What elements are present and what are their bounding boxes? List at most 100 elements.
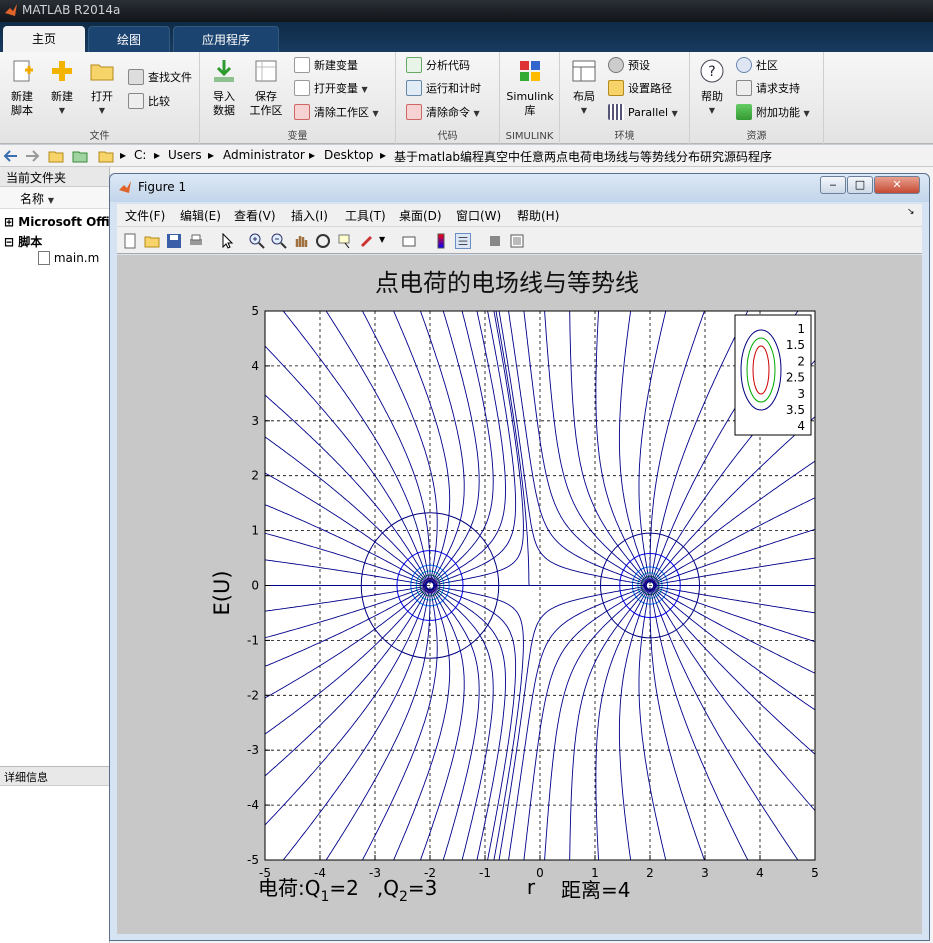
print-icon[interactable] — [188, 233, 204, 249]
y-tick-label: 1 — [251, 524, 259, 538]
chevron-down-icon[interactable]: ▼ — [379, 235, 385, 244]
legend[interactable]: 1 1.5 2 2.5 3 3.5 4 — [734, 314, 812, 436]
link-plot-icon[interactable] — [401, 233, 417, 249]
menu-help[interactable]: 帮助(H) — [517, 207, 559, 224]
ribbon-group-file: 新建 脚本 新建 ▼ 打开 ▼ 查找文件 比较 文件 — [0, 52, 200, 144]
collapse-icon[interactable]: ⊟ — [4, 235, 14, 249]
chevron-down-icon: ▼ — [580, 106, 588, 115]
browse-folder-icon[interactable] — [72, 148, 88, 164]
open-variable-button[interactable]: 打开变量 ▼ — [294, 79, 368, 99]
tab-apps[interactable]: 应用程序 — [173, 26, 279, 52]
maximize-button[interactable]: □ — [847, 176, 873, 194]
open-variable-label: 打开变量 — [314, 82, 358, 95]
x-tick-label: 2 — [646, 866, 654, 880]
help-button[interactable]: ? 帮助 ▼ — [692, 58, 732, 118]
simulink-library-button[interactable]: Simulink 库 — [504, 58, 556, 118]
preferences-button[interactable]: 预设 — [608, 56, 650, 76]
file-item-main[interactable]: main.m — [38, 251, 99, 265]
legend-icon[interactable] — [455, 233, 471, 249]
data-cursor-icon[interactable] — [337, 233, 353, 249]
legend-entry: 3.5 — [786, 403, 805, 417]
back-arrow-icon[interactable] — [3, 148, 19, 164]
matlab-logo-icon — [5, 4, 17, 16]
plot-svg[interactable]: 点电荷的电场线与等势线 E(U) r 电荷:Q1=2 ,Q2=3 距离=4 -5-… — [117, 255, 922, 934]
chevron-down-icon: ▼ — [361, 85, 368, 94]
tab-home[interactable]: 主页 — [3, 26, 85, 52]
distance-annotation: 距离=4 — [561, 878, 630, 902]
run-and-time-button[interactable]: 运行和计时 — [406, 79, 481, 99]
folder-icon — [98, 151, 114, 163]
save-workspace-button[interactable]: 保存 工作区 — [246, 58, 286, 118]
menu-edit[interactable]: 编辑(E) — [180, 207, 221, 224]
menu-desktop[interactable]: 桌面(D) — [399, 207, 442, 224]
menu-window[interactable]: 窗口(W) — [456, 207, 501, 224]
current-folder-panel: 当前文件夹 名称 ▼ ⊞ Microsoft Offic ⊟ 脚本 main.m — [0, 167, 117, 943]
group-scripts-label: 脚本 — [18, 235, 43, 249]
clear-workspace-button[interactable]: 清除工作区 ▼ — [294, 103, 379, 123]
clear-commands-button[interactable]: 清除命令 ▼ — [406, 103, 480, 123]
show-plot-tools-icon[interactable] — [509, 233, 525, 249]
new-figure-icon[interactable] — [122, 233, 138, 249]
hide-plot-tools-icon[interactable] — [487, 233, 503, 249]
folder-item-microsoft[interactable]: ⊞ Microsoft Offic — [4, 215, 117, 229]
new-variable-button[interactable]: 新建变量 — [294, 56, 358, 76]
minimize-button[interactable]: ‒ — [820, 176, 846, 194]
x-tick-label: 4 — [756, 866, 764, 880]
figure-menu-bar: 文件(F) 编辑(E) 查看(V) 插入(I) 工具(T) 桌面(D) 窗口(W… — [117, 204, 922, 226]
brush-icon[interactable] — [359, 233, 375, 249]
pan-hand-icon[interactable] — [293, 233, 309, 249]
new-script-button[interactable]: 新建 脚本 — [2, 58, 42, 118]
import-data-button[interactable]: 导入 数据 — [204, 58, 244, 118]
rotate-3d-icon[interactable] — [315, 233, 331, 249]
forward-arrow-icon[interactable] — [24, 148, 40, 164]
menu-file[interactable]: 文件(F) — [125, 207, 165, 224]
community-button[interactable]: 社区 — [736, 56, 778, 76]
open-file-icon[interactable] — [144, 233, 160, 249]
dock-arrow-icon[interactable]: ↘ — [907, 207, 915, 217]
ribbon: 新建 脚本 新建 ▼ 打开 ▼ 查找文件 比较 文件 导入 数据 保存 工作区 — [0, 52, 933, 144]
analyze-code-button[interactable]: 分析代码 — [406, 56, 470, 76]
breadcrumb-administrator[interactable]: Administrator — [223, 148, 305, 162]
figure-title-bar: Figure 1 ‒ □ ✕ — [110, 174, 929, 202]
legend-entry: 1.5 — [786, 338, 805, 352]
layout-button[interactable]: 布局 ▼ — [564, 58, 604, 118]
add-ons-label: 附加功能 — [756, 106, 800, 119]
y-tick-label: -1 — [247, 633, 259, 647]
save-icon[interactable] — [166, 233, 182, 249]
zoom-out-icon[interactable] — [271, 233, 287, 249]
add-ons-button[interactable]: 附加功能 ▼ — [736, 103, 810, 123]
zoom-in-icon[interactable] — [249, 233, 265, 249]
compare-button[interactable]: 比较 — [128, 92, 170, 112]
app-title-bar: MATLAB R2014a — [0, 0, 933, 22]
breadcrumb-desktop[interactable]: Desktop — [324, 148, 374, 162]
tab-plots[interactable]: 绘图 — [88, 26, 170, 52]
new-button[interactable]: 新建 ▼ — [42, 58, 82, 118]
menu-insert[interactable]: 插入(I) — [291, 207, 328, 224]
open-button[interactable]: 打开 ▼ — [82, 58, 122, 118]
save-workspace-icon — [255, 60, 277, 82]
pointer-icon[interactable] — [219, 233, 235, 249]
find-files-button[interactable]: 查找文件 — [128, 68, 192, 88]
set-path-button[interactable]: 设置路径 — [608, 79, 672, 99]
breadcrumb-drive[interactable]: C: — [134, 148, 146, 162]
x-tick-label: 3 — [701, 866, 709, 880]
new-script-label: 新建 脚本 — [11, 90, 33, 117]
parallel-button[interactable]: Parallel ▼ — [608, 103, 678, 123]
chevron-down-icon: ▼ — [708, 106, 716, 115]
name-column-header[interactable]: 名称 ▼ — [0, 187, 109, 209]
menu-view[interactable]: 查看(V) — [234, 207, 276, 224]
up-folder-icon[interactable] — [48, 148, 64, 164]
request-support-button[interactable]: 请求支持 — [736, 79, 800, 99]
new-variable-label: 新建变量 — [314, 59, 358, 72]
colorbar-icon[interactable] — [433, 233, 449, 249]
y-tick-label: -5 — [247, 853, 259, 867]
breadcrumb-project-folder[interactable]: 基于matlab编程真空中任意两点电荷电场线与等势线分布研究源码程序 — [394, 148, 772, 165]
expand-icon[interactable]: ⊞ — [4, 215, 14, 229]
menu-tools[interactable]: 工具(T) — [345, 207, 386, 224]
breadcrumb-users[interactable]: Users — [168, 148, 202, 162]
group-scripts[interactable]: ⊟ 脚本 — [4, 233, 42, 250]
y-tick-label: -4 — [247, 798, 259, 812]
layout-icon — [572, 60, 596, 82]
close-button[interactable]: ✕ — [874, 176, 920, 194]
parallel-label: Parallel — [628, 106, 669, 119]
